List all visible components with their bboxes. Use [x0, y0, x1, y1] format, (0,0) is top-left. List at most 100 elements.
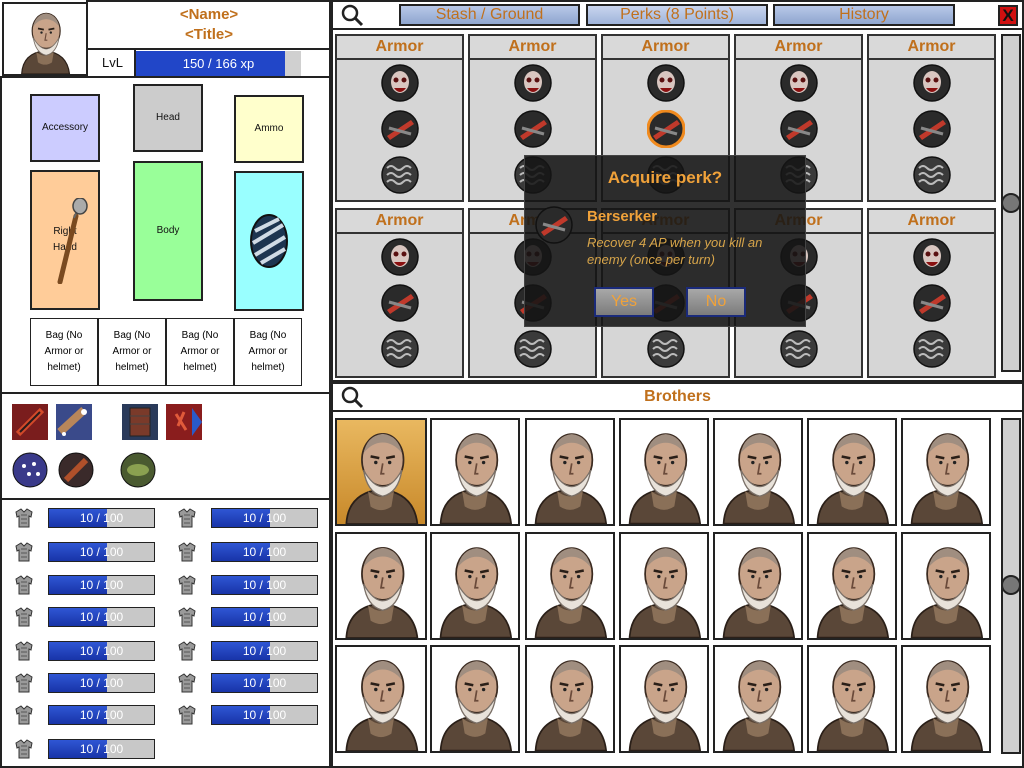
- armor-bar: 10 / 100: [48, 575, 155, 595]
- blade-perk-icon[interactable]: [380, 284, 419, 322]
- brother-portrait[interactable]: [619, 418, 709, 526]
- flail-icon: [57, 198, 88, 284]
- blade-perk-icon[interactable]: [646, 110, 685, 148]
- no-button[interactable]: No: [686, 287, 746, 317]
- chainmail-perk-icon[interactable]: [513, 330, 552, 368]
- skull-perk-icon[interactable]: [912, 64, 951, 102]
- blade-perk-icon[interactable]: [912, 284, 951, 322]
- yes-button[interactable]: Yes: [594, 287, 654, 317]
- skill-icon-knock-back[interactable]: [166, 404, 202, 440]
- blade-perk-icon[interactable]: [513, 110, 552, 148]
- brother-portrait[interactable]: [525, 418, 615, 526]
- tab-stash-ground[interactable]: Stash / Ground: [399, 4, 580, 26]
- armor-bar: 10 / 100: [211, 542, 318, 562]
- armor-bar: 10 / 100: [211, 673, 318, 693]
- tab-perks[interactable]: Perks (8 Points): [586, 4, 768, 26]
- skill-icon-knock-out[interactable]: [56, 404, 92, 440]
- armor-bar-text: 10 / 100: [79, 676, 124, 690]
- brother-portrait[interactable]: [807, 645, 897, 753]
- body-slot[interactable]: Body: [133, 161, 203, 301]
- brother-portrait[interactable]: [430, 418, 520, 526]
- brother-portrait[interactable]: [713, 532, 803, 640]
- blade-perk-icon[interactable]: [912, 110, 951, 148]
- brother-portrait[interactable]: [901, 532, 991, 640]
- brother-portrait[interactable]: [430, 645, 520, 753]
- skull-perk-icon[interactable]: [912, 238, 951, 276]
- brother-portrait[interactable]: [335, 645, 427, 753]
- armor-bar: 10 / 100: [211, 575, 318, 595]
- bag-slot-4[interactable]: Bag (No Armor or helmet): [234, 318, 302, 386]
- perk-column-title: Armor: [470, 36, 595, 60]
- skull-perk-icon[interactable]: [513, 64, 552, 102]
- armor-bar: 10 / 100: [48, 508, 155, 528]
- bag-slot-1[interactable]: Bag (No Armor or helmet): [30, 318, 98, 386]
- tab-history[interactable]: History: [773, 4, 955, 26]
- skill-icon-recover[interactable]: [120, 452, 156, 488]
- armor-icon: [176, 704, 198, 726]
- armor-list-panel: [0, 498, 331, 768]
- search-icon[interactable]: [340, 3, 364, 27]
- armor-icon: [176, 574, 198, 596]
- armor-icon: [13, 672, 35, 694]
- armor-bar-text: 10 / 100: [242, 545, 287, 559]
- character-name: <Name>: [179, 6, 239, 23]
- armor-bar: 10 / 100: [48, 641, 155, 661]
- skill-icon-stars[interactable]: [12, 452, 48, 488]
- brothers-scroll-knob[interactable]: [1001, 575, 1021, 595]
- head-slot[interactable]: Head: [133, 84, 203, 152]
- brother-portrait[interactable]: [335, 418, 427, 526]
- armor-bar: 10 / 100: [48, 542, 155, 562]
- perks-scroll-knob[interactable]: [1001, 193, 1021, 213]
- chainmail-perk-icon[interactable]: [380, 156, 419, 194]
- armor-bar-text: 10 / 100: [79, 644, 124, 658]
- brother-portrait[interactable]: [807, 418, 897, 526]
- blade-perk-icon[interactable]: [779, 110, 818, 148]
- brother-portrait[interactable]: [525, 645, 615, 753]
- skill-icon-shieldwall[interactable]: [122, 404, 158, 440]
- bag-slot-2[interactable]: Bag (No Armor or helmet): [98, 318, 166, 386]
- chainmail-perk-icon[interactable]: [380, 330, 419, 368]
- armor-bar-text: 10 / 100: [79, 511, 124, 525]
- armor-bar-text: 10 / 100: [242, 578, 287, 592]
- brother-portrait[interactable]: [807, 532, 897, 640]
- brother-portrait[interactable]: [901, 418, 991, 526]
- brother-portrait[interactable]: [713, 645, 803, 753]
- armor-icon: [13, 541, 35, 563]
- armor-icon: [13, 640, 35, 662]
- skull-perk-icon[interactable]: [646, 64, 685, 102]
- brother-portrait[interactable]: [619, 645, 709, 753]
- armor-bar-text: 10 / 100: [242, 610, 287, 624]
- skull-perk-icon[interactable]: [779, 64, 818, 102]
- character-portrait[interactable]: [2, 2, 88, 76]
- blade-perk-icon[interactable]: [380, 110, 419, 148]
- brother-portrait[interactable]: [901, 645, 991, 753]
- skill-icon-strike[interactable]: [58, 452, 94, 488]
- chainmail-perk-icon[interactable]: [646, 330, 685, 368]
- perk-description: Recover 4 AP when you kill an enemy (onc…: [587, 235, 763, 267]
- brother-portrait[interactable]: [525, 532, 615, 640]
- skill-icon-bash[interactable]: [12, 404, 48, 440]
- brother-portrait[interactable]: [430, 532, 520, 640]
- offhand-slot[interactable]: [234, 171, 304, 311]
- perk-column: Armor: [335, 34, 464, 202]
- right-hand-slot[interactable]: Right Hand: [30, 170, 100, 310]
- armor-bar: 10 / 100: [48, 705, 155, 725]
- armor-icon: [176, 606, 198, 628]
- chainmail-perk-icon[interactable]: [779, 330, 818, 368]
- brother-portrait[interactable]: [619, 532, 709, 640]
- brother-portrait[interactable]: [335, 532, 427, 640]
- close-button[interactable]: X: [998, 5, 1018, 26]
- chainmail-perk-icon[interactable]: [912, 156, 951, 194]
- ammo-slot[interactable]: Ammo: [234, 95, 304, 163]
- bag-slot-3[interactable]: Bag (No Armor or helmet): [166, 318, 234, 386]
- brother-portrait[interactable]: [713, 418, 803, 526]
- skull-perk-icon[interactable]: [380, 64, 419, 102]
- accessory-slot[interactable]: Accessory: [30, 94, 100, 162]
- brothers-title: Brothers: [644, 388, 711, 405]
- skull-perk-icon[interactable]: [380, 238, 419, 276]
- chainmail-perk-icon[interactable]: [912, 330, 951, 368]
- armor-icon: [176, 672, 198, 694]
- berserker-icon: [535, 206, 573, 244]
- armor-icon: [13, 574, 35, 596]
- armor-bar: 10 / 100: [48, 673, 155, 693]
